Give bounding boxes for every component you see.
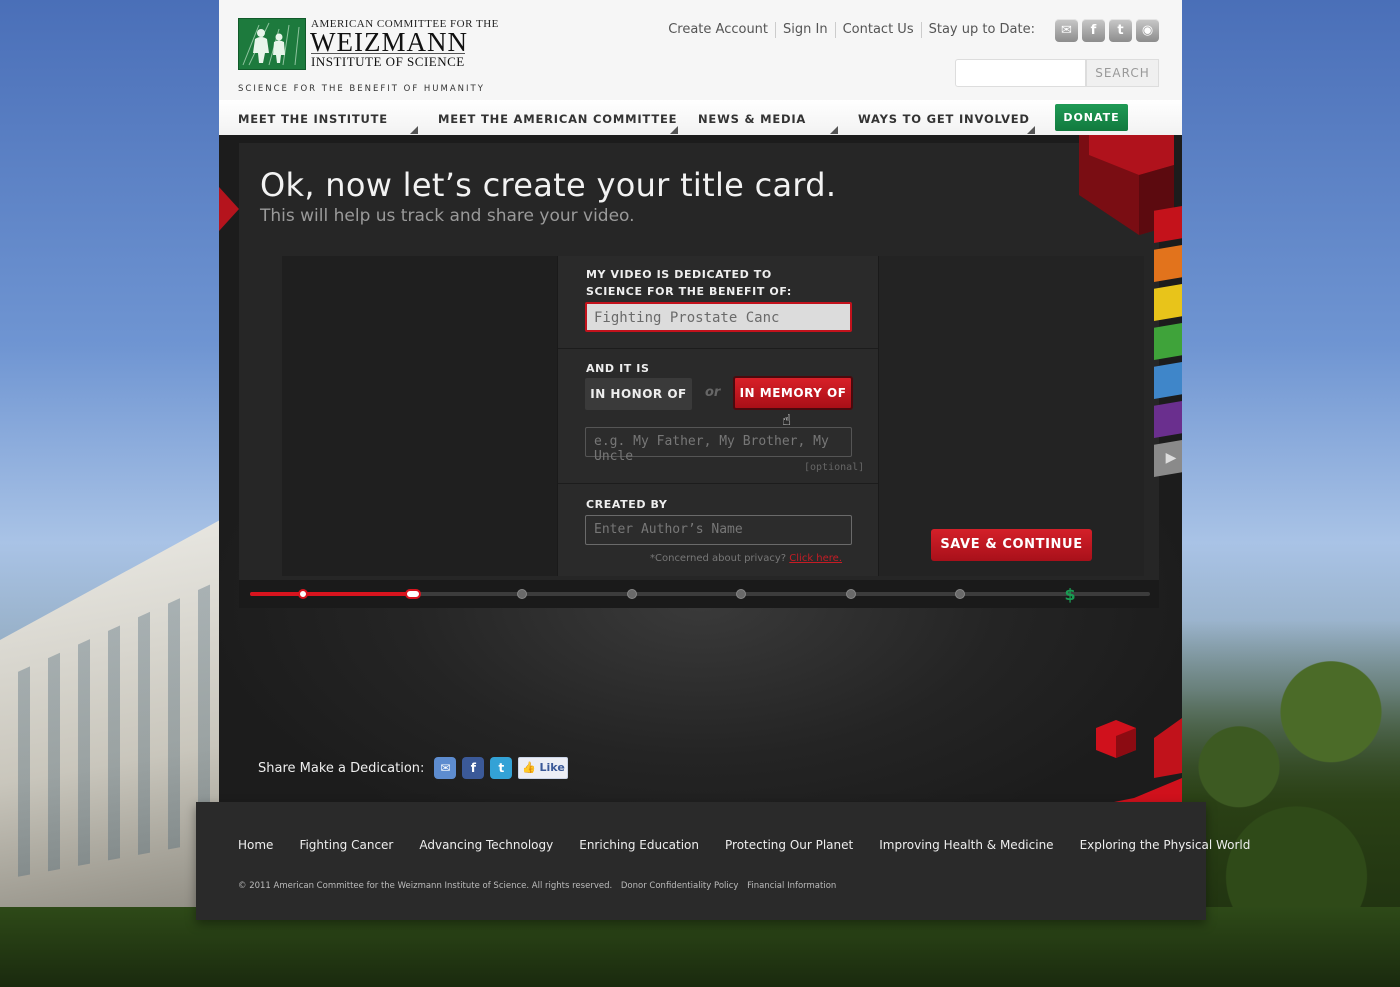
- form-divider: [558, 483, 878, 484]
- color-tab-6[interactable]: ▶: [1154, 439, 1182, 477]
- color-tab-3[interactable]: [1154, 322, 1182, 360]
- share-twitter-icon[interactable]: t: [490, 757, 513, 779]
- footer: Home Fighting Cancer Advancing Technolog…: [196, 802, 1250, 920]
- red-accent-left: [219, 187, 239, 231]
- in-memory-of-button[interactable]: IN MEMORY OF: [733, 376, 853, 410]
- share-facebook-icon[interactable]: f: [462, 757, 485, 779]
- top-links: Create Account Sign In Contact Us Stay u…: [661, 22, 1042, 38]
- privacy-note: *Concerned about privacy? Click here.: [650, 553, 842, 564]
- contact-us-link[interactable]: Contact Us: [836, 22, 922, 38]
- logo-line3: INSTITUTE OF SCIENCE: [311, 53, 465, 69]
- footer-link-advancing-technology[interactable]: Advancing Technology: [419, 838, 553, 852]
- video-preview-panel: [282, 256, 557, 576]
- page: AMERICAN COMMITTEE FOR THE WEIZMANN INST…: [219, 0, 1182, 802]
- background-building: [0, 520, 220, 920]
- financial-information-link[interactable]: Financial Information: [747, 881, 836, 891]
- logo-line2: WEIZMANN: [310, 27, 468, 57]
- nav-ways-to-get-involved-corner: [1027, 126, 1035, 134]
- footer-link-protecting-our-planet[interactable]: Protecting Our Planet: [725, 838, 853, 852]
- progress-step-donate: $: [1064, 585, 1076, 604]
- donate-button[interactable]: DONATE: [1055, 104, 1128, 131]
- email-icon[interactable]: ✉: [1055, 19, 1078, 42]
- page-subtitle: This will help us track and share your v…: [260, 206, 635, 226]
- color-tab-0[interactable]: [1154, 205, 1182, 243]
- progress-step-1: [298, 589, 308, 599]
- progress-fill: [250, 592, 413, 596]
- footer-link-fighting-cancer[interactable]: Fighting Cancer: [299, 838, 393, 852]
- save-continue-button[interactable]: SAVE & CONTINUE: [931, 529, 1092, 561]
- form-divider: [558, 348, 878, 349]
- footer-link-exploring-physical-world[interactable]: Exploring the Physical World: [1080, 838, 1251, 852]
- nav-meet-the-institute-corner: [410, 126, 418, 134]
- footer-legal: © 2011 American Committee for the Weizma…: [238, 881, 842, 891]
- author-input[interactable]: Enter Author’s Name: [585, 515, 852, 545]
- nav-news-media[interactable]: NEWS & MEDIA: [698, 112, 806, 126]
- progress-bar: $: [239, 580, 1159, 608]
- progress-step-4: [626, 589, 637, 599]
- progress-step-6: [845, 589, 856, 599]
- play-icon: ▶: [1165, 450, 1177, 466]
- footer-link-enriching-education[interactable]: Enriching Education: [579, 838, 699, 852]
- stay-up-to-date-label: Stay up to Date:: [928, 22, 1035, 37]
- share-email-icon[interactable]: ✉: [434, 757, 457, 779]
- created-by-label: CREATED BY: [586, 498, 668, 511]
- title-card-form: MY VIDEO IS DEDICATED TO SCIENCE FOR THE…: [557, 256, 879, 576]
- title-card-stage: MY VIDEO IS DEDICATED TO SCIENCE FOR THE…: [219, 135, 1182, 802]
- share-label: Share Make a Dedication:: [258, 760, 425, 776]
- social-links: ✉ f t ◉: [1055, 19, 1159, 42]
- search-button[interactable]: SEARCH: [1086, 59, 1159, 87]
- nav-ways-to-get-involved[interactable]: WAYS TO GET INVOLVED: [858, 112, 1030, 126]
- privacy-text: *Concerned about privacy?: [650, 553, 787, 564]
- facebook-like-button[interactable]: 👍 Like: [518, 757, 569, 779]
- dedicated-label-line2: SCIENCE FOR THE BENEFIT OF:: [586, 285, 792, 298]
- facebook-icon[interactable]: f: [1082, 19, 1105, 42]
- progress-step-3: [517, 589, 527, 599]
- nav-meet-the-american-committee[interactable]: MEET THE AMERICAN COMMITTEE: [438, 112, 677, 126]
- right-panel: [877, 256, 1144, 576]
- footer-link-home[interactable]: Home: [238, 838, 273, 852]
- like-label: Like: [539, 761, 565, 774]
- color-tab-4[interactable]: [1154, 361, 1182, 399]
- color-tab-5[interactable]: [1154, 400, 1182, 438]
- create-account-link[interactable]: Create Account: [661, 22, 777, 38]
- progress-step-2: [404, 589, 421, 599]
- sign-in-link[interactable]: Sign In: [776, 22, 836, 38]
- copyright-text: © 2011 American Committee for the Weizma…: [238, 881, 613, 891]
- footer-link-improving-health[interactable]: Improving Health & Medicine: [879, 838, 1053, 852]
- footer-links: Home Fighting Cancer Advancing Technolog…: [238, 838, 1276, 852]
- rss-icon[interactable]: ◉: [1136, 19, 1159, 42]
- nav-meet-the-american-committee-corner: [670, 126, 678, 134]
- color-tabs: ▶: [1154, 205, 1182, 478]
- nav-news-media-corner: [830, 126, 838, 134]
- privacy-link[interactable]: Click here.: [789, 553, 842, 564]
- header: AMERICAN COMMITTEE FOR THE WEIZMANN INST…: [219, 0, 1182, 100]
- color-tab-2[interactable]: [1154, 283, 1182, 321]
- or-label: or: [705, 385, 721, 400]
- main-nav: MEET THE INSTITUTE MEET THE AMERICAN COM…: [219, 100, 1182, 136]
- optional-label: [optional]: [804, 462, 865, 473]
- search-input[interactable]: [955, 59, 1086, 87]
- progress-step-7: [955, 589, 965, 599]
- color-tab-1[interactable]: [1154, 244, 1182, 282]
- dedicated-label-line1: MY VIDEO IS DEDICATED TO: [586, 268, 772, 281]
- twitter-icon[interactable]: t: [1109, 19, 1132, 42]
- share-bar: Share Make a Dedication: ✉ f t 👍 Like: [258, 757, 569, 779]
- red-cube-bottom-decoration: [1096, 718, 1182, 802]
- dedicated-input[interactable]: Fighting Prostate Canc: [585, 302, 852, 332]
- site-logo[interactable]: AMERICAN COMMITTEE FOR THE WEIZMANN INST…: [238, 18, 498, 98]
- page-title: Ok, now let’s create your title card.: [260, 166, 837, 204]
- logo-tagline: SCIENCE FOR THE BENEFIT OF HUMANITY: [238, 84, 485, 94]
- logo-emblem: [238, 18, 306, 70]
- donor-confidentiality-link[interactable]: Donor Confidentiality Policy: [621, 881, 739, 891]
- and-it-is-label: AND IT IS: [586, 362, 650, 375]
- progress-step-5: [736, 589, 746, 599]
- person-input[interactable]: e.g. My Father, My Brother, My Uncle: [585, 427, 852, 464]
- in-honor-of-button[interactable]: IN HONOR OF: [585, 378, 692, 410]
- nav-meet-the-institute[interactable]: MEET THE INSTITUTE: [238, 112, 388, 126]
